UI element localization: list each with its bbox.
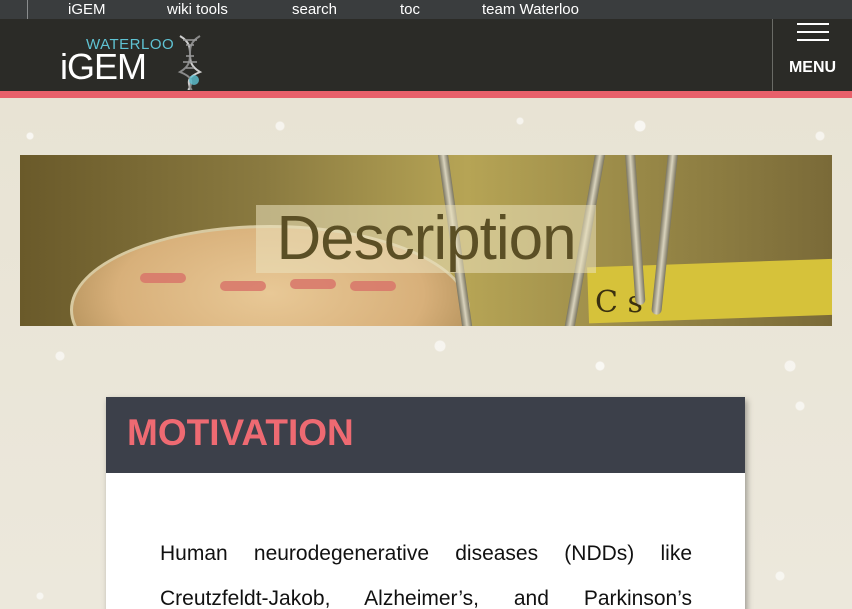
description-banner: C s Description — [20, 155, 832, 326]
motivation-heading: MOTIVATION — [127, 412, 354, 453]
logo-igem-text: iGEM — [60, 46, 147, 87]
site-header: WATERLOO iGEM MENU — [0, 19, 852, 91]
menu-button[interactable]: MENU — [773, 19, 852, 91]
motivation-card: MOTIVATION Human neurodegenerative disea… — [106, 397, 745, 609]
hamburger-icon — [797, 23, 829, 43]
colony-streak — [220, 281, 266, 291]
toolbar-divider — [27, 0, 28, 19]
dna-helix-icon — [177, 35, 203, 90]
toolbar-link-search[interactable]: search — [292, 1, 337, 18]
banner-title-backdrop: Description — [256, 205, 596, 273]
motivation-paragraph: Human neurodegenerative diseases (NDDs) … — [160, 542, 692, 609]
toolbar-link-igem[interactable]: iGEM — [68, 1, 106, 18]
colony-streak — [290, 279, 336, 289]
colony-streak — [140, 273, 186, 283]
page-title: Description — [276, 204, 576, 273]
igem-toolbar: iGEM wiki tools search toc team Waterloo — [0, 0, 852, 19]
site-logo[interactable]: WATERLOO iGEM — [60, 34, 210, 90]
menu-label: MENU — [788, 59, 837, 76]
toolbar-link-team-waterloo[interactable]: team Waterloo — [482, 1, 579, 18]
toolbar-link-toc[interactable]: toc — [400, 1, 420, 18]
toolbar-link-wiki-tools[interactable]: wiki tools — [167, 1, 228, 18]
colony-streak — [350, 281, 396, 291]
motivation-header: MOTIVATION — [106, 397, 745, 473]
header-accent-bar — [0, 91, 852, 98]
